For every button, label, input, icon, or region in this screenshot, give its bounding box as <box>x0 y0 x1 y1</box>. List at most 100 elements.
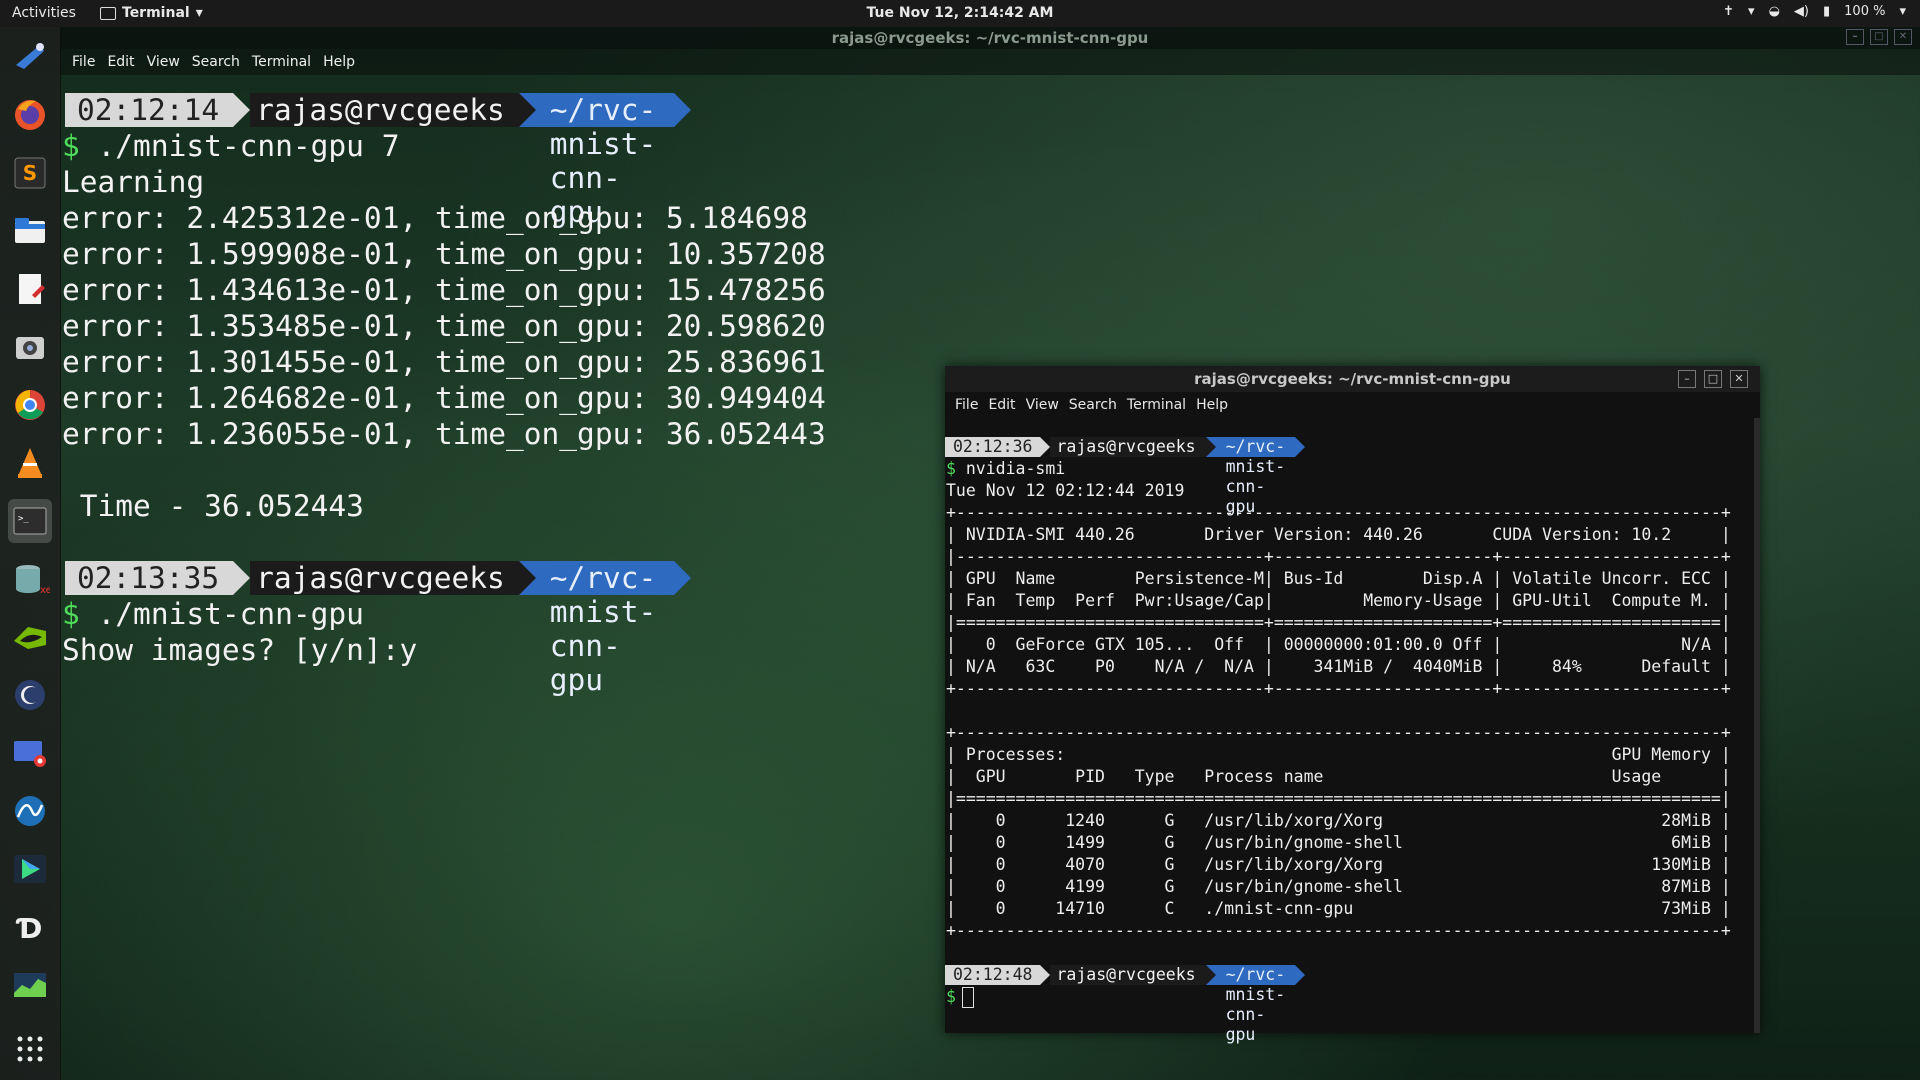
system-monitor-icon[interactable] <box>8 963 52 1007</box>
prompt-time: 02:12:14 <box>65 93 234 127</box>
output-line: error: 2.425312e-01, time_on_gpu: 5.1846… <box>62 201 808 235</box>
menu-edit[interactable]: Edit <box>983 397 1020 413</box>
prompt-arrow <box>1205 965 1216 985</box>
prompt-arrow <box>1295 965 1306 985</box>
app-menu[interactable]: Terminal ▾ <box>100 5 203 21</box>
prompt-arrow <box>674 93 692 127</box>
svg-text:S: S <box>23 161 37 185</box>
prompt-arrow <box>1040 965 1051 985</box>
nvidia-smi-terminal-window[interactable]: rajas@rvcgeeks: ~/rvc-mnist-cnn-gpu – □ … <box>945 366 1760 1044</box>
svg-text:>_: >_ <box>18 514 29 524</box>
files-icon[interactable] <box>8 209 52 253</box>
second-terminal-menubar: File Edit View Search Terminal Help <box>945 392 1765 418</box>
chevron-down-icon: ▾ <box>1899 4 1906 19</box>
system-tray[interactable]: ✝ ▾ ◒ ◀) ▮ 100 % ▾ <box>1723 4 1906 19</box>
minimize-button[interactable]: – <box>1846 29 1864 45</box>
prompt-path: ~/rvc-mnist-cnn-gpu <box>535 93 675 229</box>
output-line: error: 1.236055e-01, time_on_gpu: 36.052… <box>62 417 826 451</box>
window-title: rajas@rvcgeeks: ~/rvc-mnist-cnn-gpu <box>1194 370 1511 388</box>
nvidia-icon[interactable] <box>8 615 52 659</box>
smi-line: | GPU PID Type Process name Usage | <box>946 767 1731 786</box>
prompt-dollar: $ <box>62 597 80 631</box>
main-terminal-titlebar[interactable]: rajas@rvcgeeks: ~/rvc-mnist-cnn-gpu – □ … <box>60 27 1920 49</box>
smi-line: | Processes: GPU Memory | <box>946 745 1731 764</box>
activities-button[interactable]: Activities <box>12 5 76 21</box>
menu-view[interactable]: View <box>141 54 186 70</box>
command-line: $ nvidia-smi <box>946 458 1065 480</box>
smi-line: | 0 4070 G /usr/lib/xorg/Xorg 130MiB | <box>946 855 1731 874</box>
smi-line: | 0 1499 G /usr/bin/gnome-shell 6MiB | <box>946 833 1731 852</box>
command-text: ./mnist-cnn-gpu 7 <box>97 129 400 163</box>
smi-line: | 0 1240 G /usr/lib/xorg/Xorg 28MiB | <box>946 811 1731 830</box>
scrollbar[interactable] <box>1754 418 1760 1033</box>
output-line: error: 1.599908e-01, time_on_gpu: 10.357… <box>62 237 826 271</box>
command-line[interactable]: $ <box>946 986 974 1008</box>
thunderbird-icon[interactable] <box>8 35 52 79</box>
database-icon[interactable]: xe <box>8 557 52 601</box>
eclipse-icon[interactable] <box>8 673 52 717</box>
window-title: rajas@rvcgeeks: ~/rvc-mnist-cnn-gpu <box>831 29 1149 47</box>
smi-line: +-------------------------------+-------… <box>946 679 1731 698</box>
menu-edit[interactable]: Edit <box>101 54 140 70</box>
svg-text:Ɗ: Ɗ <box>16 912 43 945</box>
sublime-text-icon[interactable]: S <box>8 151 52 195</box>
terminal-small-icon <box>100 6 116 20</box>
command-text: ./mnist-cnn-gpu <box>97 597 364 631</box>
smi-line: | N/A 63C P0 N/A / N/A | 341MiB / 4040Mi… <box>946 657 1731 676</box>
menu-file[interactable]: File <box>66 54 101 70</box>
main-terminal-menubar: File Edit View Search Terminal Help <box>60 49 1920 75</box>
menu-help[interactable]: Help <box>1191 397 1233 413</box>
smi-line: |===============================+=======… <box>946 613 1731 632</box>
prompt-path: ~/rvc-mnist-cnn-gpu <box>535 561 675 697</box>
prompt-time: 02:12:48 <box>945 965 1041 985</box>
close-button[interactable]: ✕ <box>1730 370 1748 388</box>
vlc-icon[interactable] <box>8 441 52 485</box>
close-button[interactable]: ✕ <box>1894 29 1912 45</box>
prompt-arrow <box>1295 437 1306 457</box>
menu-help[interactable]: Help <box>317 54 361 70</box>
menu-view[interactable]: View <box>1021 397 1064 413</box>
menu-search[interactable]: Search <box>186 54 246 70</box>
output-line: error: 1.434613e-01, time_on_gpu: 15.478… <box>62 273 826 307</box>
text-editor-icon[interactable] <box>8 267 52 311</box>
smi-line: +---------------------------------------… <box>946 503 1731 522</box>
prompt-path: ~/rvc-mnist-cnn-gpu <box>1215 437 1296 516</box>
prompt-arrow <box>674 561 692 595</box>
battery-icon: ▮ <box>1823 4 1831 19</box>
time-summary-line: Time - 36.052443 <box>62 489 364 523</box>
menu-terminal[interactable]: Terminal <box>1122 397 1191 413</box>
smi-line: | 0 14710 C ./mnist-cnn-gpu 73MiB | <box>946 899 1731 918</box>
terminal-icon[interactable]: >_ <box>8 499 52 543</box>
prompt-user: rajas@rvcgeeks <box>1050 965 1206 985</box>
top-bar: Activities Terminal ▾ Tue Nov 12, 2:14:4… <box>0 0 1920 27</box>
screen-recorder-icon[interactable] <box>8 731 52 775</box>
chrome-icon[interactable] <box>8 383 52 427</box>
menu-file[interactable]: File <box>950 397 983 413</box>
second-terminal-titlebar[interactable]: rajas@rvcgeeks: ~/rvc-mnist-cnn-gpu – □ … <box>945 366 1760 392</box>
menu-terminal[interactable]: Terminal <box>246 54 317 70</box>
android-studio-icon[interactable] <box>8 847 52 891</box>
maximize-button[interactable]: □ <box>1870 29 1888 45</box>
shell-prompt: 02:12:14 rajas@rvcgeeks ~/rvc-mnist-cnn-… <box>65 93 692 229</box>
output-line: Learning <box>62 165 205 199</box>
camera-icon[interactable] <box>8 325 52 369</box>
smi-line: | 0 4199 G /usr/bin/gnome-shell 87MiB | <box>946 877 1731 896</box>
command-line: $ ./mnist-cnn-gpu <box>62 596 364 632</box>
clock[interactable]: Tue Nov 12, 2:14:42 AM <box>0 5 1920 21</box>
chevron-down-icon: ▾ <box>195 5 203 21</box>
text-cursor <box>961 987 974 1008</box>
prompt-arrow <box>1205 437 1216 457</box>
output-line: error: 1.301455e-01, time_on_gpu: 25.836… <box>62 345 826 379</box>
command-text: nvidia-smi <box>965 459 1066 478</box>
battery-percent: 100 % <box>1844 4 1886 19</box>
minimize-button[interactable]: – <box>1678 370 1696 388</box>
prompt-time: 02:12:36 <box>945 437 1041 457</box>
firefox-icon[interactable] <box>8 93 52 137</box>
wireshark-icon[interactable] <box>8 789 52 833</box>
dbeaver-icon[interactable]: Ɗ <box>8 905 52 949</box>
maximize-button[interactable]: □ <box>1704 370 1722 388</box>
show-apps-icon[interactable] <box>8 1027 52 1071</box>
accessibility-icon[interactable]: ✝ <box>1723 4 1734 19</box>
volume-icon: ◀) <box>1793 4 1809 19</box>
menu-search[interactable]: Search <box>1064 397 1122 413</box>
